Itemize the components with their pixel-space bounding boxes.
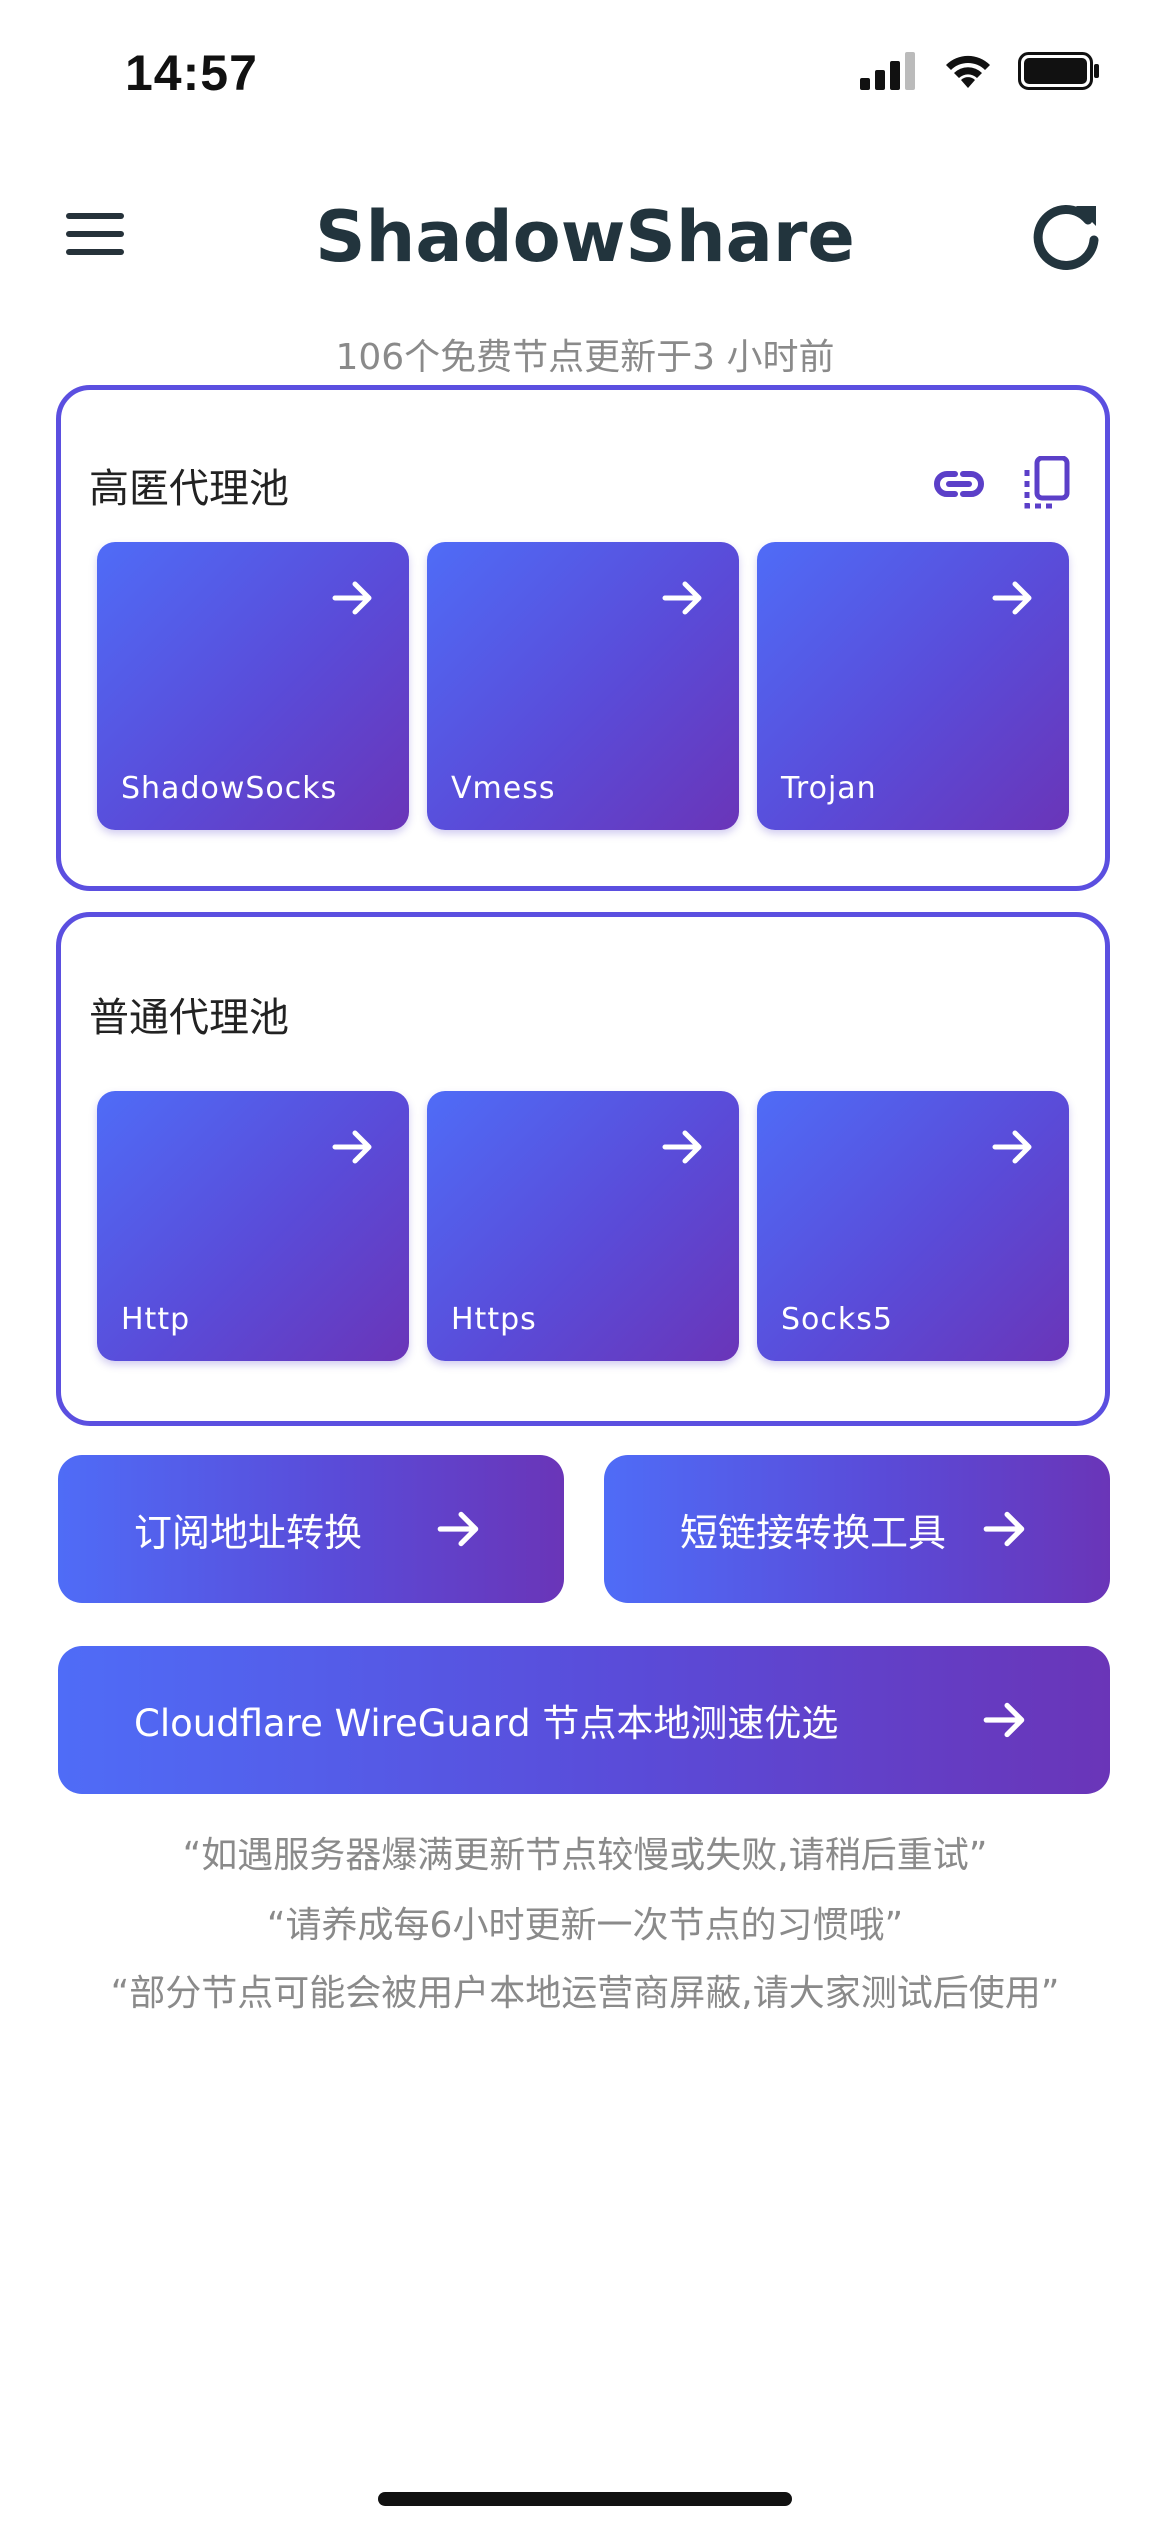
tile-label: Https — [451, 1302, 537, 1337]
note-line: “部分节点可能会被用户本地运营商屏蔽,请大家测试后使用” — [110, 1973, 1060, 2014]
tile-label: ShadowSocks — [121, 771, 338, 806]
signal-icon — [860, 52, 915, 90]
status-time: 14:57 — [125, 45, 258, 101]
wireguard-button[interactable]: Cloudflare WireGuard 节点本地测速优选 — [58, 1646, 1110, 1794]
note-line: “请养成每6小时更新一次节点的习惯哦” — [266, 1905, 904, 1946]
arrow-right-icon — [992, 1130, 1032, 1164]
normal-pool-title: 普通代理池 — [89, 995, 289, 1041]
arrow-right-icon — [332, 1130, 372, 1164]
refresh-icon[interactable] — [1030, 200, 1102, 272]
tile-label: Http — [121, 1302, 191, 1337]
subscribe-convert-button[interactable]: 订阅地址转换 — [58, 1455, 564, 1603]
tile-label: Vmess — [451, 771, 556, 806]
arrow-right-icon — [983, 1511, 1025, 1547]
page-title: ShadowShare — [315, 196, 855, 278]
arrow-right-icon — [662, 1130, 702, 1164]
status-icons — [860, 52, 1100, 90]
arrow-right-icon — [992, 581, 1032, 615]
wifi-icon — [946, 55, 990, 88]
tile-label: Socks5 — [781, 1302, 893, 1337]
wireguard-label: Cloudflare WireGuard 节点本地测速优选 — [134, 1702, 839, 1745]
note-line: “如遇服务器爆满更新节点较慢或失败,请稍后重试” — [182, 1835, 988, 1876]
update-info: 106个免费节点更新于3 小时前 — [335, 337, 835, 378]
subscribe-convert-label: 订阅地址转换 — [134, 1510, 363, 1555]
tile-vmess[interactable]: Vmess — [427, 542, 739, 830]
battery-icon — [1018, 52, 1099, 90]
normal-pool-panel: 普通代理池 Http Https Socks5 — [56, 912, 1110, 1426]
tile-label: Trojan — [781, 771, 877, 806]
tile-trojan[interactable]: Trojan — [757, 542, 1069, 830]
premium-pool-panel: 高匿代理池 ShadowSocks Vmess Trojan — [56, 385, 1110, 891]
copy-icon[interactable] — [1021, 456, 1071, 512]
home-indicator[interactable] — [378, 2492, 792, 2506]
tile-shadowsocks[interactable]: ShadowSocks — [97, 542, 409, 830]
arrow-right-icon — [437, 1511, 479, 1547]
premium-pool-title: 高匿代理池 — [89, 466, 289, 512]
tile-http[interactable]: Http — [97, 1091, 409, 1361]
link-icon[interactable] — [931, 464, 987, 504]
arrow-right-icon — [983, 1702, 1025, 1738]
short-link-label: 短链接转换工具 — [680, 1510, 947, 1555]
short-link-button[interactable]: 短链接转换工具 — [604, 1455, 1110, 1603]
arrow-right-icon — [332, 581, 372, 615]
tile-https[interactable]: Https — [427, 1091, 739, 1361]
arrow-right-icon — [662, 581, 702, 615]
tile-socks5[interactable]: Socks5 — [757, 1091, 1069, 1361]
